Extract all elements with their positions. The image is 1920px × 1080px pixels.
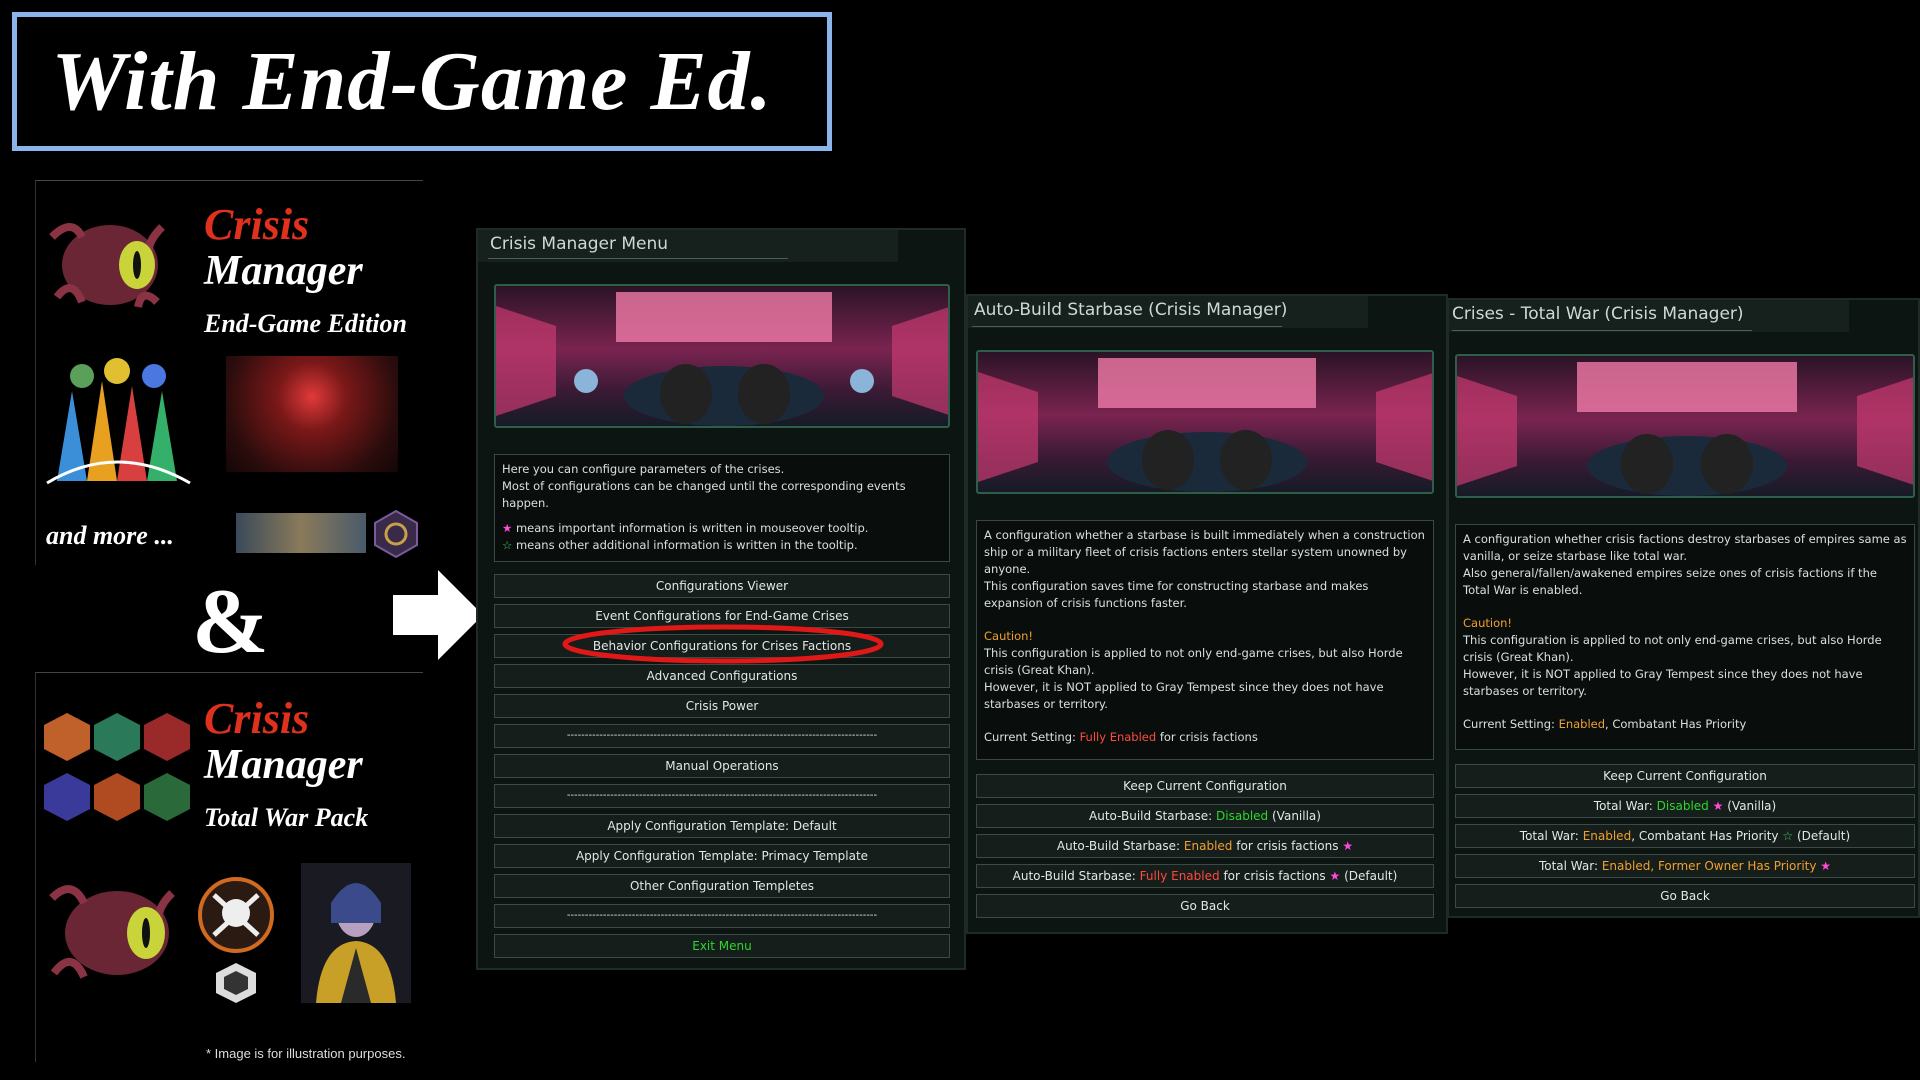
option-crisis-power[interactable]: Crisis Power: [494, 694, 950, 718]
option-go-back[interactable]: Go Back: [976, 894, 1434, 918]
option-keep-current[interactable]: Keep Current Configuration: [1455, 764, 1915, 788]
pink-star-icon: ★: [1342, 839, 1354, 853]
starbase-title: Auto-Build Starbase (Crisis Manager): [974, 300, 1288, 320]
totalwar-description: A configuration whether crisis factions …: [1455, 524, 1915, 750]
option-go-back[interactable]: Go Back: [1455, 884, 1915, 908]
legend-pink: means important information is written i…: [515, 521, 869, 535]
menu-description: Here you can configure parameters of the…: [494, 454, 950, 562]
pink-star-icon: ★: [1712, 799, 1724, 813]
current-setting-suffix: for crisis factions: [1159, 730, 1258, 744]
totalwar-title: Crises - Total War (Crisis Manager): [1452, 304, 1744, 324]
faction-hexes-icon: [44, 713, 190, 821]
option-starbase-disabled[interactable]: Auto-Build Starbase: Disabled (Vanilla): [976, 804, 1434, 828]
starbase-caution: Caution!: [984, 629, 1034, 643]
highlight-ring: [562, 624, 884, 664]
current-setting-label: Current Setting:: [984, 730, 1076, 744]
illustration-note: * Image is for illustration purposes.: [206, 1046, 406, 1061]
menu-desc-line1: Here you can configure parameters of the…: [502, 462, 785, 476]
option-template-primacy[interactable]: Apply Configuration Template: Primacy Te…: [494, 844, 950, 868]
promo-top-title-2: Manager: [204, 248, 363, 294]
leader-portrait: [301, 863, 411, 1003]
menu-title: Crisis Manager Menu: [490, 234, 669, 254]
crisis-manager-menu-window: Crisis Manager Menu Here you can configu…: [476, 228, 966, 970]
totalwar-desc2: Also general/fallen/awakened empires sei…: [1463, 566, 1877, 597]
current-setting-value: Enabled: [1558, 717, 1606, 731]
starbase-options: Keep Current Configuration Auto-Build St…: [976, 774, 1434, 918]
totalwar-banner-image: [1455, 354, 1915, 498]
promo-top-title-1: Crisis: [204, 200, 310, 249]
current-setting-suffix: , Combatant Has Priority: [1605, 717, 1747, 731]
promo-bottom-title-1: Crisis: [204, 694, 310, 743]
option-separator: ----------------------------------------…: [494, 904, 950, 928]
menu-banner-image: [494, 284, 950, 428]
current-setting-label: Current Setting:: [1463, 717, 1555, 731]
starbase-description: A configuration whether a starbase is bu…: [976, 520, 1434, 760]
pink-star-icon: ★: [1329, 869, 1341, 883]
promo-bottom-title-2: Manager: [204, 742, 363, 788]
totalwar-caution2: However, it is NOT applied to Gray Tempe…: [1463, 667, 1863, 698]
option-separator: ----------------------------------------…: [494, 784, 950, 808]
starbase-caution2: However, it is NOT applied to Gray Tempe…: [984, 680, 1384, 711]
option-starbase-fully-enabled[interactable]: Auto-Build Starbase: Fully Enabled for c…: [976, 864, 1434, 888]
option-configurations-viewer[interactable]: Configurations Viewer: [494, 574, 950, 598]
and-more-text: and more ...: [46, 521, 174, 550]
hex-emblem-icon: [374, 509, 418, 559]
crisis-creature-icon: [49, 223, 165, 308]
legend-green: means other additional information is wr…: [515, 538, 858, 552]
ships-image: [236, 513, 366, 553]
green-star-icon: ☆: [1782, 829, 1794, 843]
option-template-default[interactable]: Apply Configuration Template: Default: [494, 814, 950, 838]
starbase-desc1: A configuration whether a starbase is bu…: [984, 528, 1425, 576]
promo-top-subtitle: End-Game Edition: [204, 309, 407, 338]
menu-desc-line2: Most of configurations can be changed un…: [502, 479, 906, 510]
option-manual-operations[interactable]: Manual Operations: [494, 754, 950, 778]
total-war-window: Crises - Total War (Crisis Manager) A co…: [1447, 298, 1920, 918]
starbase-caution1: This configuration is applied to not onl…: [984, 646, 1403, 677]
pink-star-icon: ★: [502, 521, 513, 535]
pink-star-icon: ★: [1820, 859, 1832, 873]
option-separator: ----------------------------------------…: [494, 724, 950, 748]
starbase-desc2: This configuration saves time for constr…: [984, 579, 1369, 610]
option-total-war-combatant[interactable]: Total War: Enabled, Combatant Has Priori…: [1455, 824, 1915, 848]
option-other-templates[interactable]: Other Configuration Templetes: [494, 874, 950, 898]
auto-build-starbase-window: Auto-Build Starbase (Crisis Manager) A c…: [966, 294, 1448, 934]
promo-total-war-pack: Crisis Manager Total War Pack * Image is…: [35, 672, 423, 1062]
option-advanced-configurations[interactable]: Advanced Configurations: [494, 664, 950, 688]
ampersand: &: [192, 570, 269, 672]
totalwar-options: Keep Current Configuration Total War: Di…: [1455, 764, 1915, 908]
crisis-creature-icon-2: [49, 885, 175, 979]
green-star-icon: ☆: [502, 538, 513, 552]
starbase-banner-image: [976, 350, 1434, 494]
promo-end-game-edition: Crisis Manager End-Game Edition and more…: [35, 180, 423, 565]
page-title: With End-Game Ed.: [51, 35, 773, 128]
title-box: With End-Game Ed.: [12, 12, 832, 151]
crisis-ship-image: [226, 356, 398, 472]
totalwar-caution: Caution!: [1463, 616, 1513, 630]
faction-emblems-icon: [46, 358, 191, 485]
option-total-war-former-owner[interactable]: Total War: Enabled, Former Owner Has Pri…: [1455, 854, 1915, 878]
promo-bottom-subtitle: Total War Pack: [204, 803, 369, 832]
arrow-right-icon: [393, 570, 483, 660]
option-total-war-disabled[interactable]: Total War: Disabled ★ (Vanilla): [1455, 794, 1915, 818]
totalwar-desc1: A configuration whether crisis factions …: [1463, 532, 1907, 563]
option-keep-current[interactable]: Keep Current Configuration: [976, 774, 1434, 798]
option-exit-menu[interactable]: Exit Menu: [494, 934, 950, 958]
option-starbase-enabled[interactable]: Auto-Build Starbase: Enabled for crisis …: [976, 834, 1434, 858]
skull-icon: [198, 877, 274, 1003]
totalwar-caution1: This configuration is applied to not onl…: [1463, 633, 1882, 664]
current-setting-value: Fully Enabled: [1079, 730, 1157, 744]
